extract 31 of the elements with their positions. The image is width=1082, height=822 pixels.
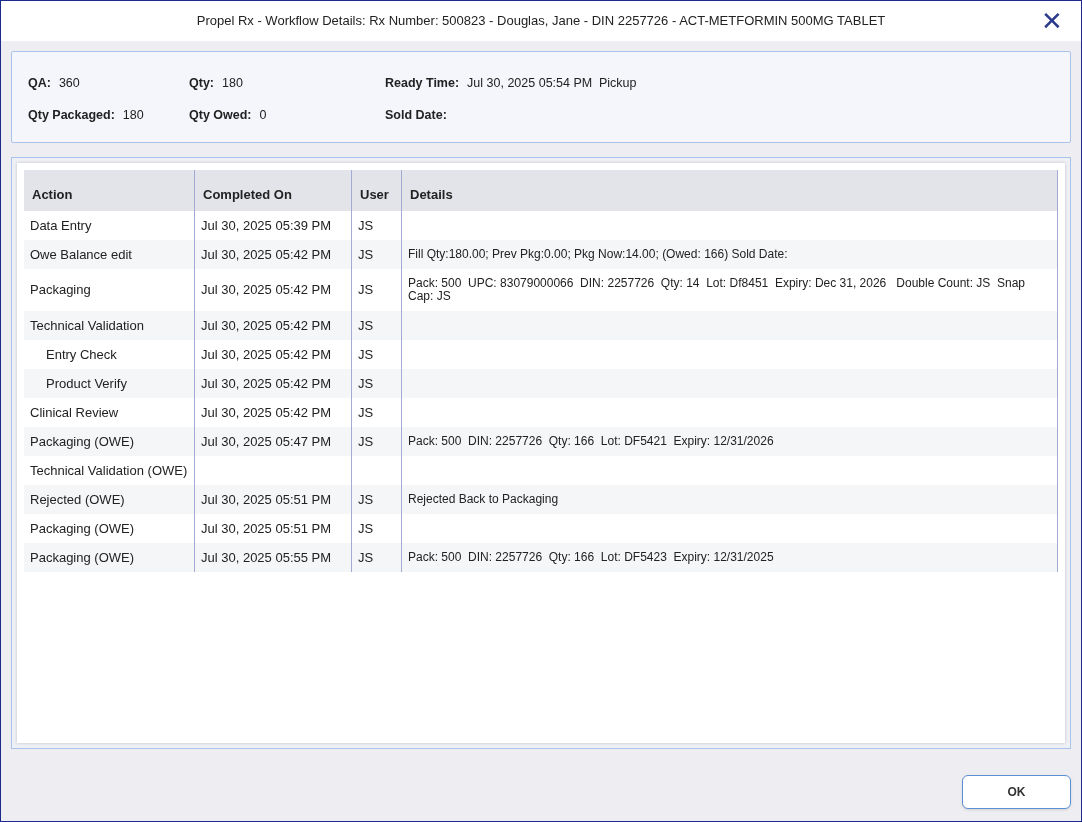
field-value: Jul 30, 2025 05:54 PM bbox=[467, 75, 593, 92]
table-cell-text: Data Entry bbox=[29, 216, 93, 235]
table-cell-text: Clinical Review bbox=[29, 403, 120, 422]
table-cell-text: Packaging (OWE) bbox=[29, 548, 136, 567]
field-label: Sold Date: bbox=[385, 106, 447, 124]
window-title: Propel Rx - Workflow Details: Rx Number: 500823 - Douglas, Jane - DIN 2257726 - ACT-METFORMIN 500MG TABLET bbox=[196, 12, 886, 31]
table-cell-text: Technical Validation bbox=[29, 316, 145, 335]
table-cell-text: Packaging (OWE) bbox=[29, 432, 136, 451]
table-cell-text: Product Verify bbox=[45, 374, 128, 393]
close-button[interactable]: ✕ bbox=[1037, 6, 1067, 36]
table-cell: JS bbox=[351, 543, 401, 572]
field-label: Ready Time: bbox=[385, 75, 460, 92]
field-value: 180 bbox=[122, 106, 144, 124]
field-label: QA: bbox=[28, 75, 51, 92]
table-cell-text: Packaging bbox=[29, 281, 92, 300]
table-cell-text: Packaging (OWE) bbox=[29, 519, 136, 538]
field-label: Qty Packaged: bbox=[28, 106, 115, 124]
field-label: Qty: bbox=[189, 75, 214, 92]
table-cell-text: Rejected (OWE) bbox=[29, 490, 126, 509]
table-cell-text: Technical Validation (OWE) bbox=[29, 461, 189, 480]
table-cell-text: Owe Balance edit bbox=[29, 245, 133, 264]
field-value: 0 bbox=[259, 106, 267, 124]
table-cell: Jul 30, 2025 05:55 PM bbox=[194, 543, 351, 572]
ok-button[interactable]: OK bbox=[962, 775, 1071, 809]
field-value: 360 bbox=[58, 75, 80, 92]
field-value: 180 bbox=[222, 75, 243, 92]
field-value: Pickup bbox=[599, 75, 637, 92]
table-cell-text: Entry Check bbox=[45, 345, 118, 364]
table-cell: Pack: 500 DIN: 2257726 Qty: 166 Lot: DF5423 Expiry: 12/31/2025 bbox=[401, 543, 1058, 572]
field-label: Qty Owed: bbox=[189, 106, 252, 124]
column-header: Action bbox=[31, 185, 74, 204]
